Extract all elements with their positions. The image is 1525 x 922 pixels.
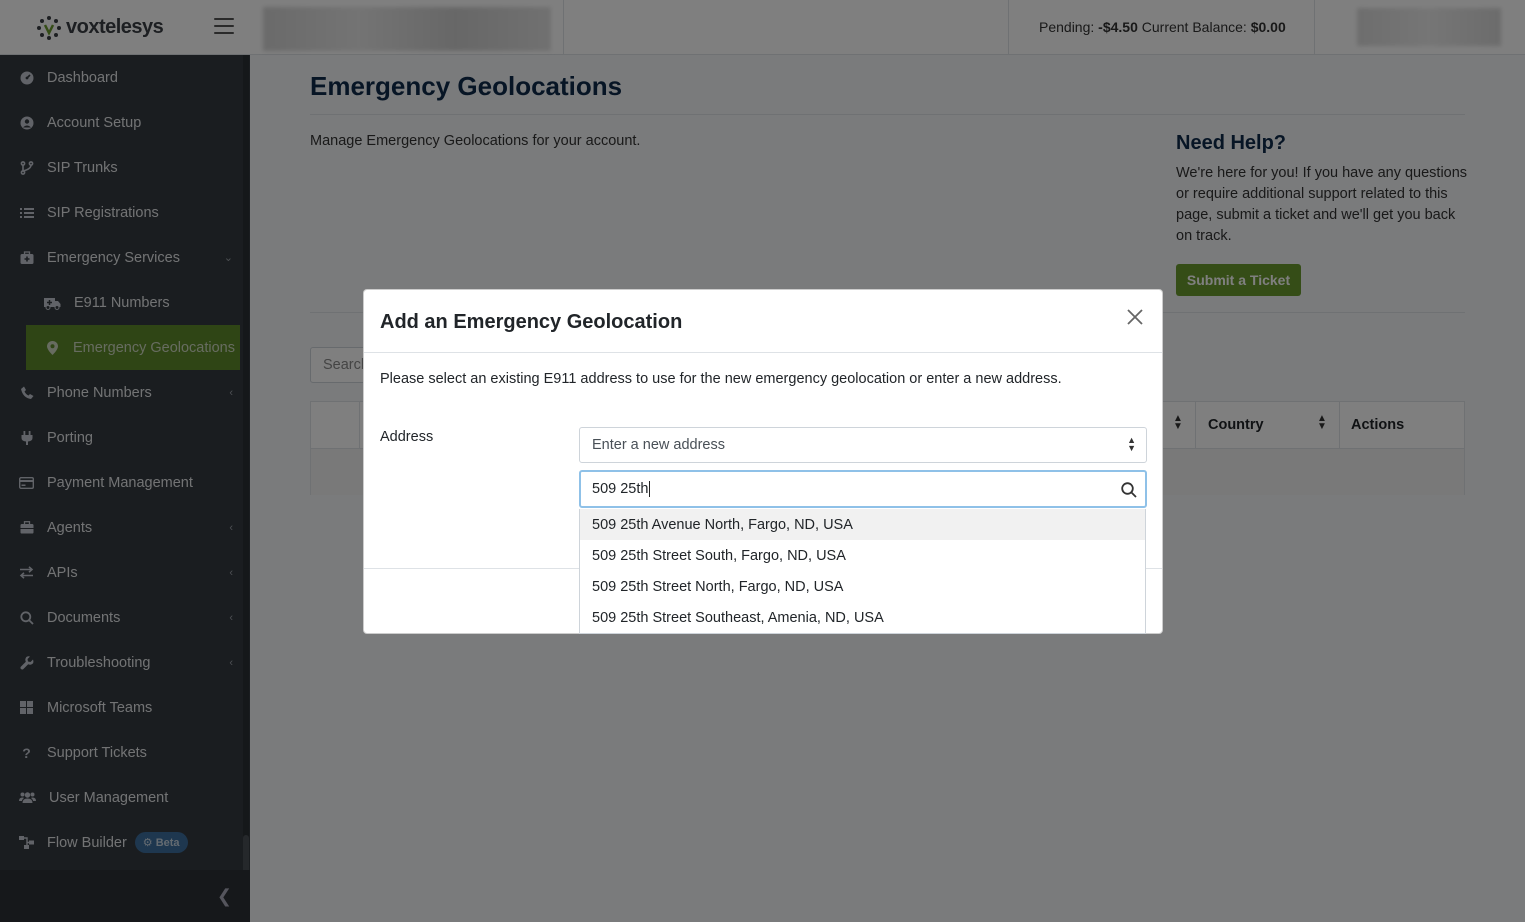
suggestion-item[interactable]: 509 25th Street Southeast, Amenia, ND, U… <box>580 602 1145 633</box>
select-caret-icon: ▲ ▼ <box>1127 435 1136 453</box>
modal-header: Add an Emergency Geolocation <box>364 290 1162 353</box>
address-search-input[interactable]: 509 25th <box>579 470 1147 508</box>
suggestion-item[interactable]: 509 25th Street North, Fargo, ND, USA <box>580 571 1145 602</box>
close-icon[interactable] <box>1124 306 1146 328</box>
text-cursor <box>649 481 651 497</box>
address-select[interactable]: Enter a new address ▲ ▼ <box>579 427 1147 463</box>
modal-intro-text: Please select an existing E911 address t… <box>380 371 1062 387</box>
modal-title: Add an Emergency Geolocation <box>380 311 683 333</box>
suggestion-item[interactable]: 509 25th Street South, Fargo, ND, USA <box>580 540 1145 571</box>
address-suggestions: 509 25th Avenue North, Fargo, ND, USA 50… <box>579 509 1146 634</box>
search-icon[interactable] <box>1120 481 1138 499</box>
address-label: Address <box>380 429 434 445</box>
suggestion-item[interactable]: 509 25th Avenue North, Fargo, ND, USA <box>580 509 1145 540</box>
